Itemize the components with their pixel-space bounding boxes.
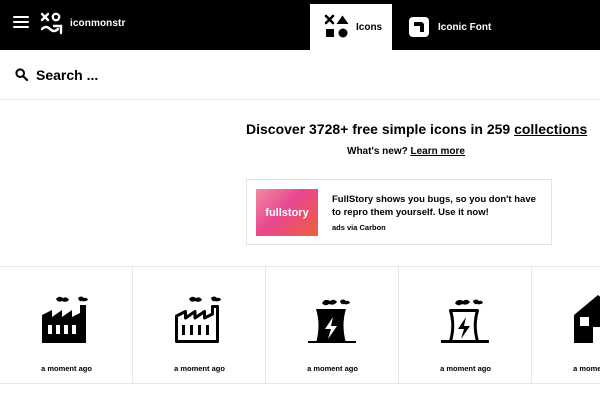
whats-new: What's new? Learn more [347,146,465,157]
search-bar [0,50,600,100]
headline-text: Discover 3728+ free simple icons in 259 [246,121,515,137]
icon-card-time: a moment ago [307,364,358,373]
shapes-icon [324,14,349,38]
ad-image-text: fullstory [265,206,309,219]
top-bar: iconmonstr Icons Iconic Font [0,0,600,50]
icon-card-time: a moment ago [573,364,600,373]
factory-outline-icon [175,296,221,343]
icon-card[interactable]: a moment ago [266,267,399,383]
power-plant-icon [308,299,356,343]
font-icon [409,17,429,37]
factory-icon [42,296,88,343]
icon-card[interactable]: a moment ago [399,267,532,383]
ad-text[interactable]: FullStory shows you bugs, so you don't h… [332,193,542,219]
iconmonstr-logo-icon[interactable] [40,12,64,36]
ad-image[interactable]: fullstory [256,189,318,236]
house-icon [574,295,600,343]
icon-card[interactable]: a moment ago [0,267,133,383]
tab-icons[interactable]: Icons [310,4,392,50]
icon-card[interactable]: a moment ago [133,267,266,383]
page-headline: Discover 3728+ free simple icons in 259 … [246,121,587,137]
tab-icons-label: Icons [356,21,383,33]
whats-new-text: What's new? [347,146,411,157]
icon-card-time: a moment ago [41,364,92,373]
hamburger-menu-icon[interactable] [13,16,29,30]
carbon-ad: fullstory FullStory shows you bugs, so y… [246,179,552,245]
collections-link[interactable]: collections [514,121,587,137]
tab-iconic-font-label: Iconic Font [438,21,492,33]
grid-divider [0,383,600,384]
icon-card[interactable]: a moment ago [532,267,600,383]
icon-card-time: a moment ago [174,364,225,373]
learn-more-link[interactable]: Learn more [411,146,465,157]
brand-name[interactable]: iconmonstr [70,18,125,29]
ad-via-link[interactable]: ads via Carbon [332,223,386,232]
tab-iconic-font[interactable]: Iconic Font [404,4,514,50]
icon-grid: a moment ago a moment ago a moment ago a… [0,266,600,400]
search-input[interactable] [36,64,576,86]
power-plant-outline-icon [441,299,489,343]
search-icon[interactable] [15,68,28,81]
icon-card-time: a moment ago [440,364,491,373]
